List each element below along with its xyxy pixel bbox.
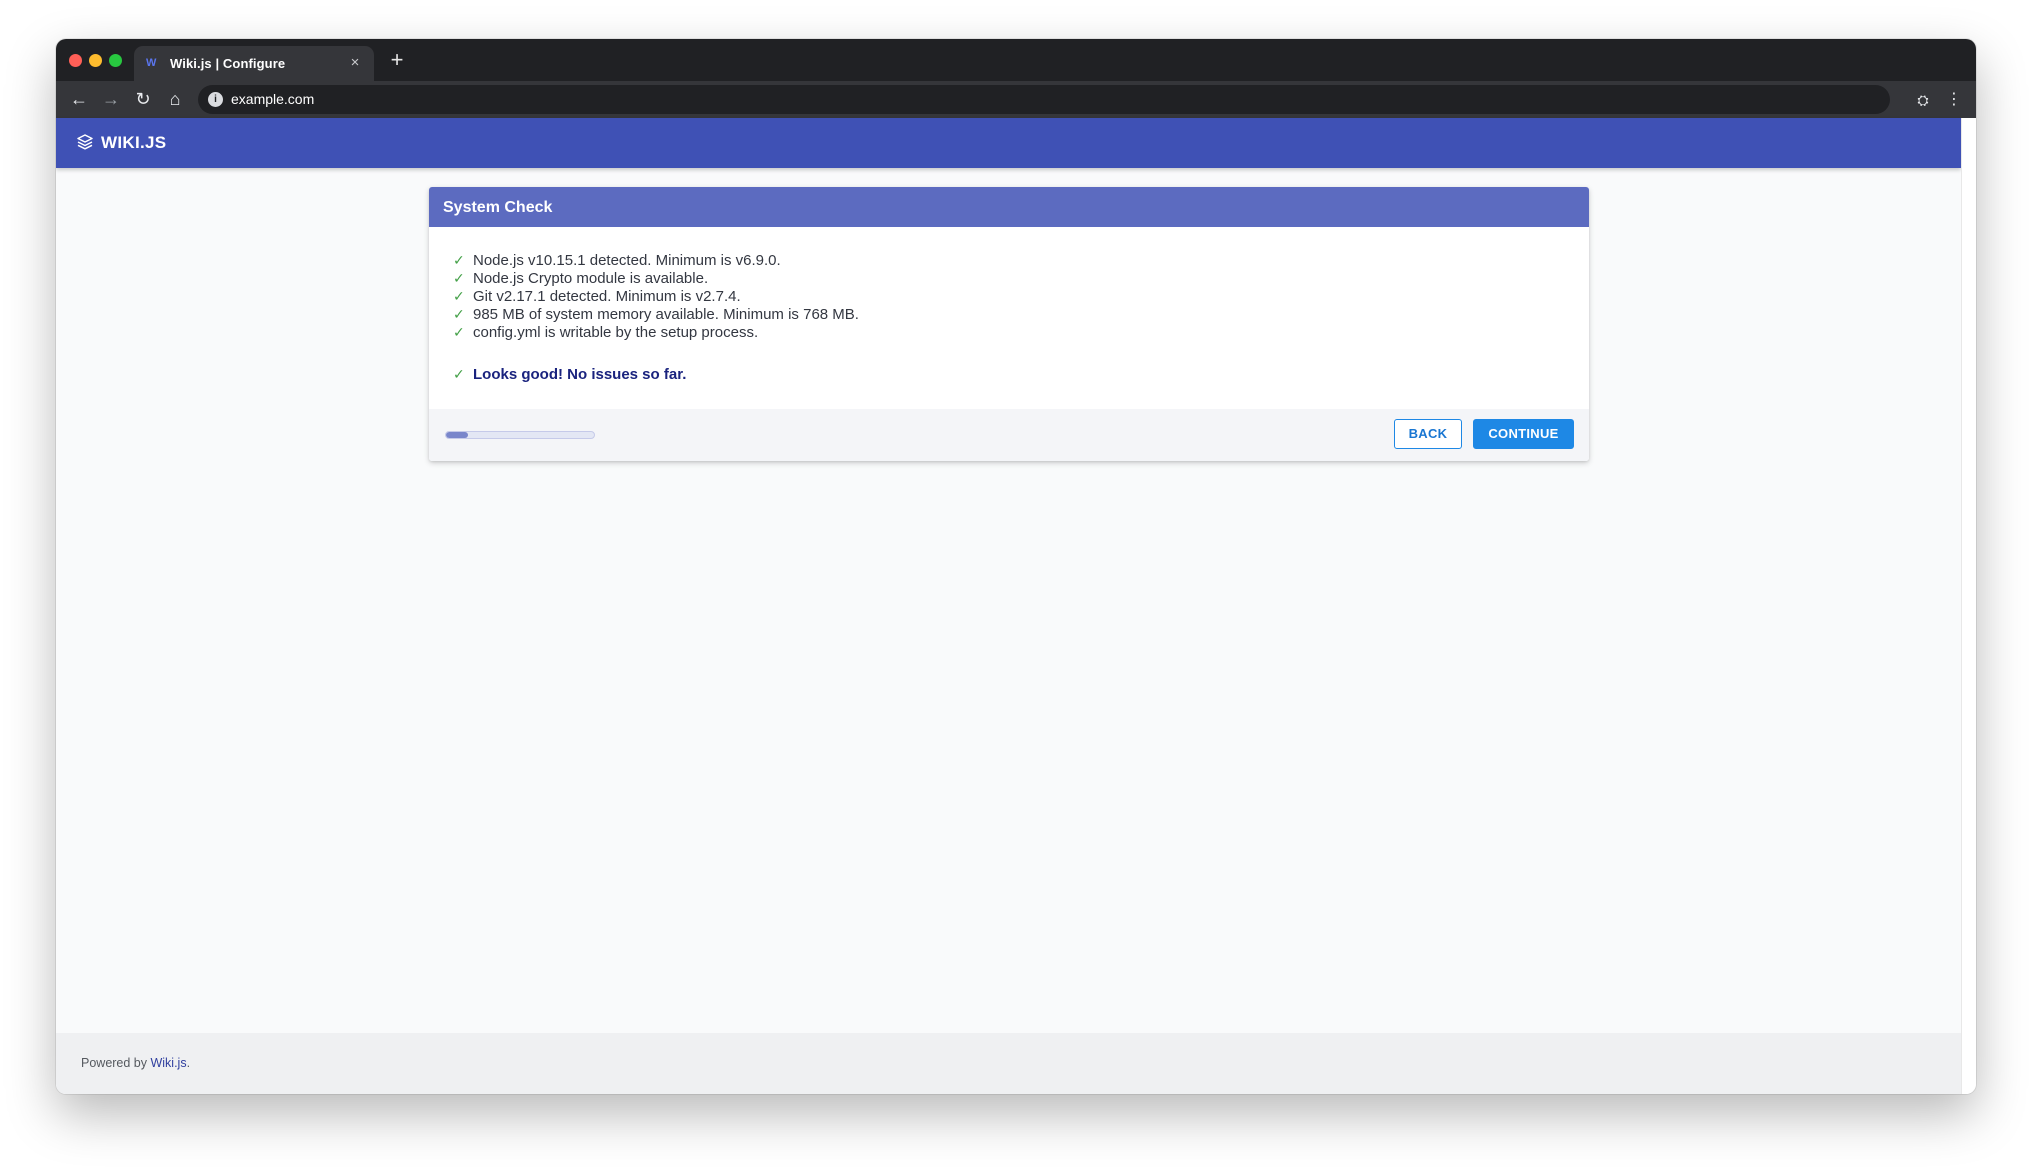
check-text: 985 MB of system memory available. Minim… <box>473 306 859 323</box>
tab-strip: W Wiki.js | Configure × + <box>56 39 1976 81</box>
check-icon: ✓ <box>453 252 465 268</box>
summary-text: Looks good! No issues so far. <box>473 366 687 383</box>
address-bar[interactable]: i example.com <box>198 85 1890 114</box>
footer-suffix: . <box>186 1056 191 1070</box>
card-footer: BACK CONTINUE <box>429 409 1589 461</box>
check-icon: ✓ <box>453 366 465 382</box>
browser-tab[interactable]: W Wiki.js | Configure × <box>134 46 374 81</box>
check-item: ✓ 985 MB of system memory available. Mini… <box>453 305 859 323</box>
page-content: WIKI.JS System Check ✓ Node.js v10.15.1 d… <box>56 118 1961 1094</box>
check-item: ✓ Node.js v10.15.1 detected. Minimum is v… <box>453 251 859 269</box>
footer-prefix: Powered by <box>81 1056 151 1070</box>
check-item: ✓ Node.js Crypto module is available. <box>453 269 859 287</box>
footer-text: Powered by Wiki.js. <box>81 1056 190 1071</box>
check-icon: ✓ <box>453 324 465 340</box>
system-check-card: System Check ✓ Node.js v10.15.1 detected.… <box>429 187 1589 461</box>
tab-title: Wiki.js | Configure <box>170 56 286 71</box>
check-text: Node.js v10.15.1 detected. Minimum is v6… <box>473 252 781 269</box>
card-header: System Check <box>429 187 1589 227</box>
site-info-icon[interactable]: i <box>208 92 223 107</box>
address-url[interactable]: example.com <box>231 91 314 108</box>
back-arrow-icon[interactable]: ← <box>68 88 90 110</box>
incognito-icon[interactable]: ⛭ <box>1913 90 1933 110</box>
check-list: ✓ Node.js v10.15.1 detected. Minimum is v… <box>453 251 859 341</box>
check-icon: ✓ <box>453 306 465 322</box>
new-tab-icon[interactable]: + <box>386 49 408 71</box>
check-summary: ✓ Looks good! No issues so far. <box>453 364 686 384</box>
forward-arrow-icon[interactable]: → <box>100 88 122 110</box>
app-bar: WIKI.JS <box>56 118 1961 168</box>
check-icon: ✓ <box>453 288 465 304</box>
check-text: Node.js Crypto module is available. <box>473 270 709 287</box>
continue-button[interactable]: CONTINUE <box>1473 419 1574 449</box>
minimize-window-button[interactable] <box>89 54 102 67</box>
browser-toolbar: ← → ↻ ⌂ i example.com ⛭ ⋮ <box>56 81 1976 118</box>
check-text: config.yml is writable by the setup proc… <box>473 324 759 341</box>
check-item: ✓ config.yml is writable by the setup pro… <box>453 323 859 341</box>
setup-progress-bar <box>445 431 595 439</box>
tab-close-icon[interactable]: × <box>346 54 364 72</box>
browser-window: W Wiki.js | Configure × + ← → ↻ ⌂ i exam… <box>56 39 1976 1094</box>
check-item: ✓ Git v2.17.1 detected. Minimum is v2.7.4… <box>453 287 859 305</box>
check-text: Git v2.17.1 detected. Minimum is v2.7.4. <box>473 288 741 305</box>
wikijs-link[interactable]: Wiki.js <box>150 1056 186 1070</box>
home-icon[interactable]: ⌂ <box>164 88 186 110</box>
wikijs-favicon-icon: W <box>146 57 157 69</box>
close-window-button[interactable] <box>69 54 82 67</box>
back-button[interactable]: BACK <box>1394 419 1462 449</box>
layers-icon <box>77 134 93 150</box>
browser-menu-icon[interactable]: ⋮ <box>1946 90 1962 110</box>
card-title: System Check <box>443 199 553 216</box>
setup-progress-fill <box>446 432 469 438</box>
maximize-window-button[interactable] <box>109 54 122 67</box>
vertical-scrollbar[interactable] <box>1961 118 1976 1094</box>
app-title[interactable]: WIKI.JS <box>101 133 166 153</box>
reload-icon[interactable]: ↻ <box>132 88 154 110</box>
page-footer: Powered by Wiki.js. <box>56 1033 1961 1094</box>
check-icon: ✓ <box>453 270 465 286</box>
